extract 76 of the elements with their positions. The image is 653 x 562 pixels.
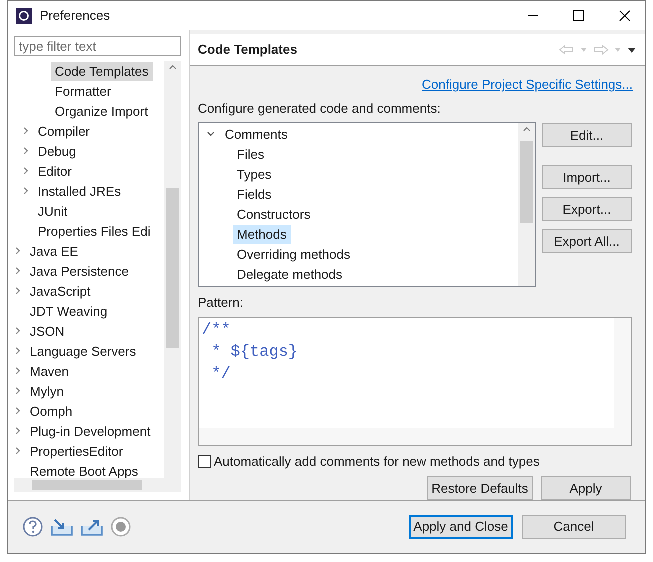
horizontal-scrollbar[interactable] <box>14 478 181 492</box>
tree-item[interactable]: PropertiesEditor <box>26 442 128 462</box>
window-title: Preferences <box>40 6 110 25</box>
chevron-right-icon[interactable] <box>14 287 22 296</box>
pattern-editor[interactable]: /** * ${tags} */ <box>198 316 632 446</box>
chevron-right-icon[interactable] <box>14 427 22 436</box>
tree-item[interactable]: Java Persistence <box>26 262 133 282</box>
side-button[interactable]: Import... <box>542 165 632 190</box>
tree-item[interactable]: Files <box>233 144 268 164</box>
tree-item[interactable]: Java EE <box>26 242 82 262</box>
chevron-right-icon[interactable] <box>14 267 22 276</box>
chevron-right-icon[interactable] <box>14 367 22 376</box>
chevron-right-icon[interactable] <box>22 147 30 156</box>
tree-item[interactable]: Maven <box>26 362 74 382</box>
tree-item[interactable]: Constructors <box>233 204 315 224</box>
tree-item[interactable]: Oomph <box>26 402 77 422</box>
record-icon[interactable] <box>111 517 131 538</box>
tree-item[interactable]: Language Servers <box>26 342 140 362</box>
eclipse-logo-icon <box>16 8 32 24</box>
vertical-scrollbar[interactable] <box>518 123 535 286</box>
cancel-button[interactable]: Cancel <box>522 515 626 540</box>
tree-item[interactable]: Remote Boot Apps <box>26 462 142 478</box>
filter-field[interactable]: type filter text <box>14 36 181 56</box>
chevron-right-icon[interactable] <box>14 407 22 416</box>
vertical-scrollbar[interactable] <box>164 61 181 478</box>
tree-item[interactable]: JavaScript <box>26 282 95 302</box>
tree-item[interactable]: JSON <box>26 322 69 342</box>
close-icon[interactable] <box>619 10 631 22</box>
apply-button[interactable]: Apply <box>541 476 631 500</box>
pattern-label: Pattern: <box>198 294 245 312</box>
horizontal-scrollbar[interactable] <box>199 428 631 445</box>
side-button[interactable]: Edit... <box>542 123 632 148</box>
side-button[interactable]: Export... <box>542 197 632 222</box>
chevron-right-icon[interactable] <box>14 447 22 456</box>
pattern-line: * ${tags} <box>210 342 298 363</box>
restore-defaults-button[interactable]: Restore Defaults <box>427 476 533 500</box>
tree-item[interactable]: Types <box>233 164 276 184</box>
tree-item[interactable]: Properties Files Edi <box>34 222 155 242</box>
side-button[interactable]: Export All... <box>542 229 632 254</box>
help-icon[interactable] <box>23 517 43 538</box>
tree-item[interactable]: Organize Import <box>51 102 152 122</box>
chevron-right-icon[interactable] <box>14 327 22 336</box>
chevron-right-icon[interactable] <box>22 167 30 176</box>
import-icon[interactable] <box>51 518 73 536</box>
export-icon[interactable] <box>81 518 103 536</box>
tree-item[interactable]: JDT Weaving <box>26 302 112 322</box>
tree-item[interactable]: Editor <box>34 162 76 182</box>
tree-item[interactable]: JUnit <box>34 202 72 222</box>
vertical-scrollbar[interactable] <box>614 318 631 428</box>
checkbox-label[interactable]: Automatically add comments for new methods and types <box>214 452 540 472</box>
chevron-right-icon[interactable] <box>14 247 22 256</box>
tree-item[interactable]: Compiler <box>34 122 94 142</box>
chevron-right-icon[interactable] <box>22 187 30 196</box>
tree-item[interactable]: Comments <box>221 124 292 144</box>
chevron-down-icon[interactable] <box>207 130 215 138</box>
page-title: Code Templates <box>198 41 298 60</box>
tree-item[interactable]: Installed JREs <box>34 182 126 202</box>
checkbox[interactable] <box>198 455 211 468</box>
tree-item[interactable]: Delegate methods <box>233 264 347 284</box>
tree-item[interactable]: Methods <box>233 224 291 244</box>
tree-item[interactable]: Overriding methods <box>233 244 354 264</box>
tree-item[interactable]: Fields <box>233 184 276 204</box>
pattern-line: */ <box>210 364 231 385</box>
tree-item[interactable]: Code Templates <box>51 62 153 82</box>
tree-item[interactable]: Plug-in Development <box>26 422 155 442</box>
chevron-right-icon[interactable] <box>14 347 22 356</box>
chevron-right-icon[interactable] <box>14 387 22 396</box>
intro-label: Configure generated code and comments: <box>198 100 442 118</box>
maximize-icon[interactable] <box>573 10 585 22</box>
tree-item[interactable]: Mylyn <box>26 382 68 402</box>
chevron-right-icon[interactable] <box>22 127 30 136</box>
tree-item[interactable]: Debug <box>34 142 80 162</box>
tree-item[interactable]: Formatter <box>51 82 116 102</box>
project-settings-link[interactable]: Configure Project Specific Settings... <box>422 75 633 95</box>
pattern-line: /** <box>202 320 231 341</box>
apply-and-close-button[interactable]: Apply and Close <box>409 515 513 540</box>
